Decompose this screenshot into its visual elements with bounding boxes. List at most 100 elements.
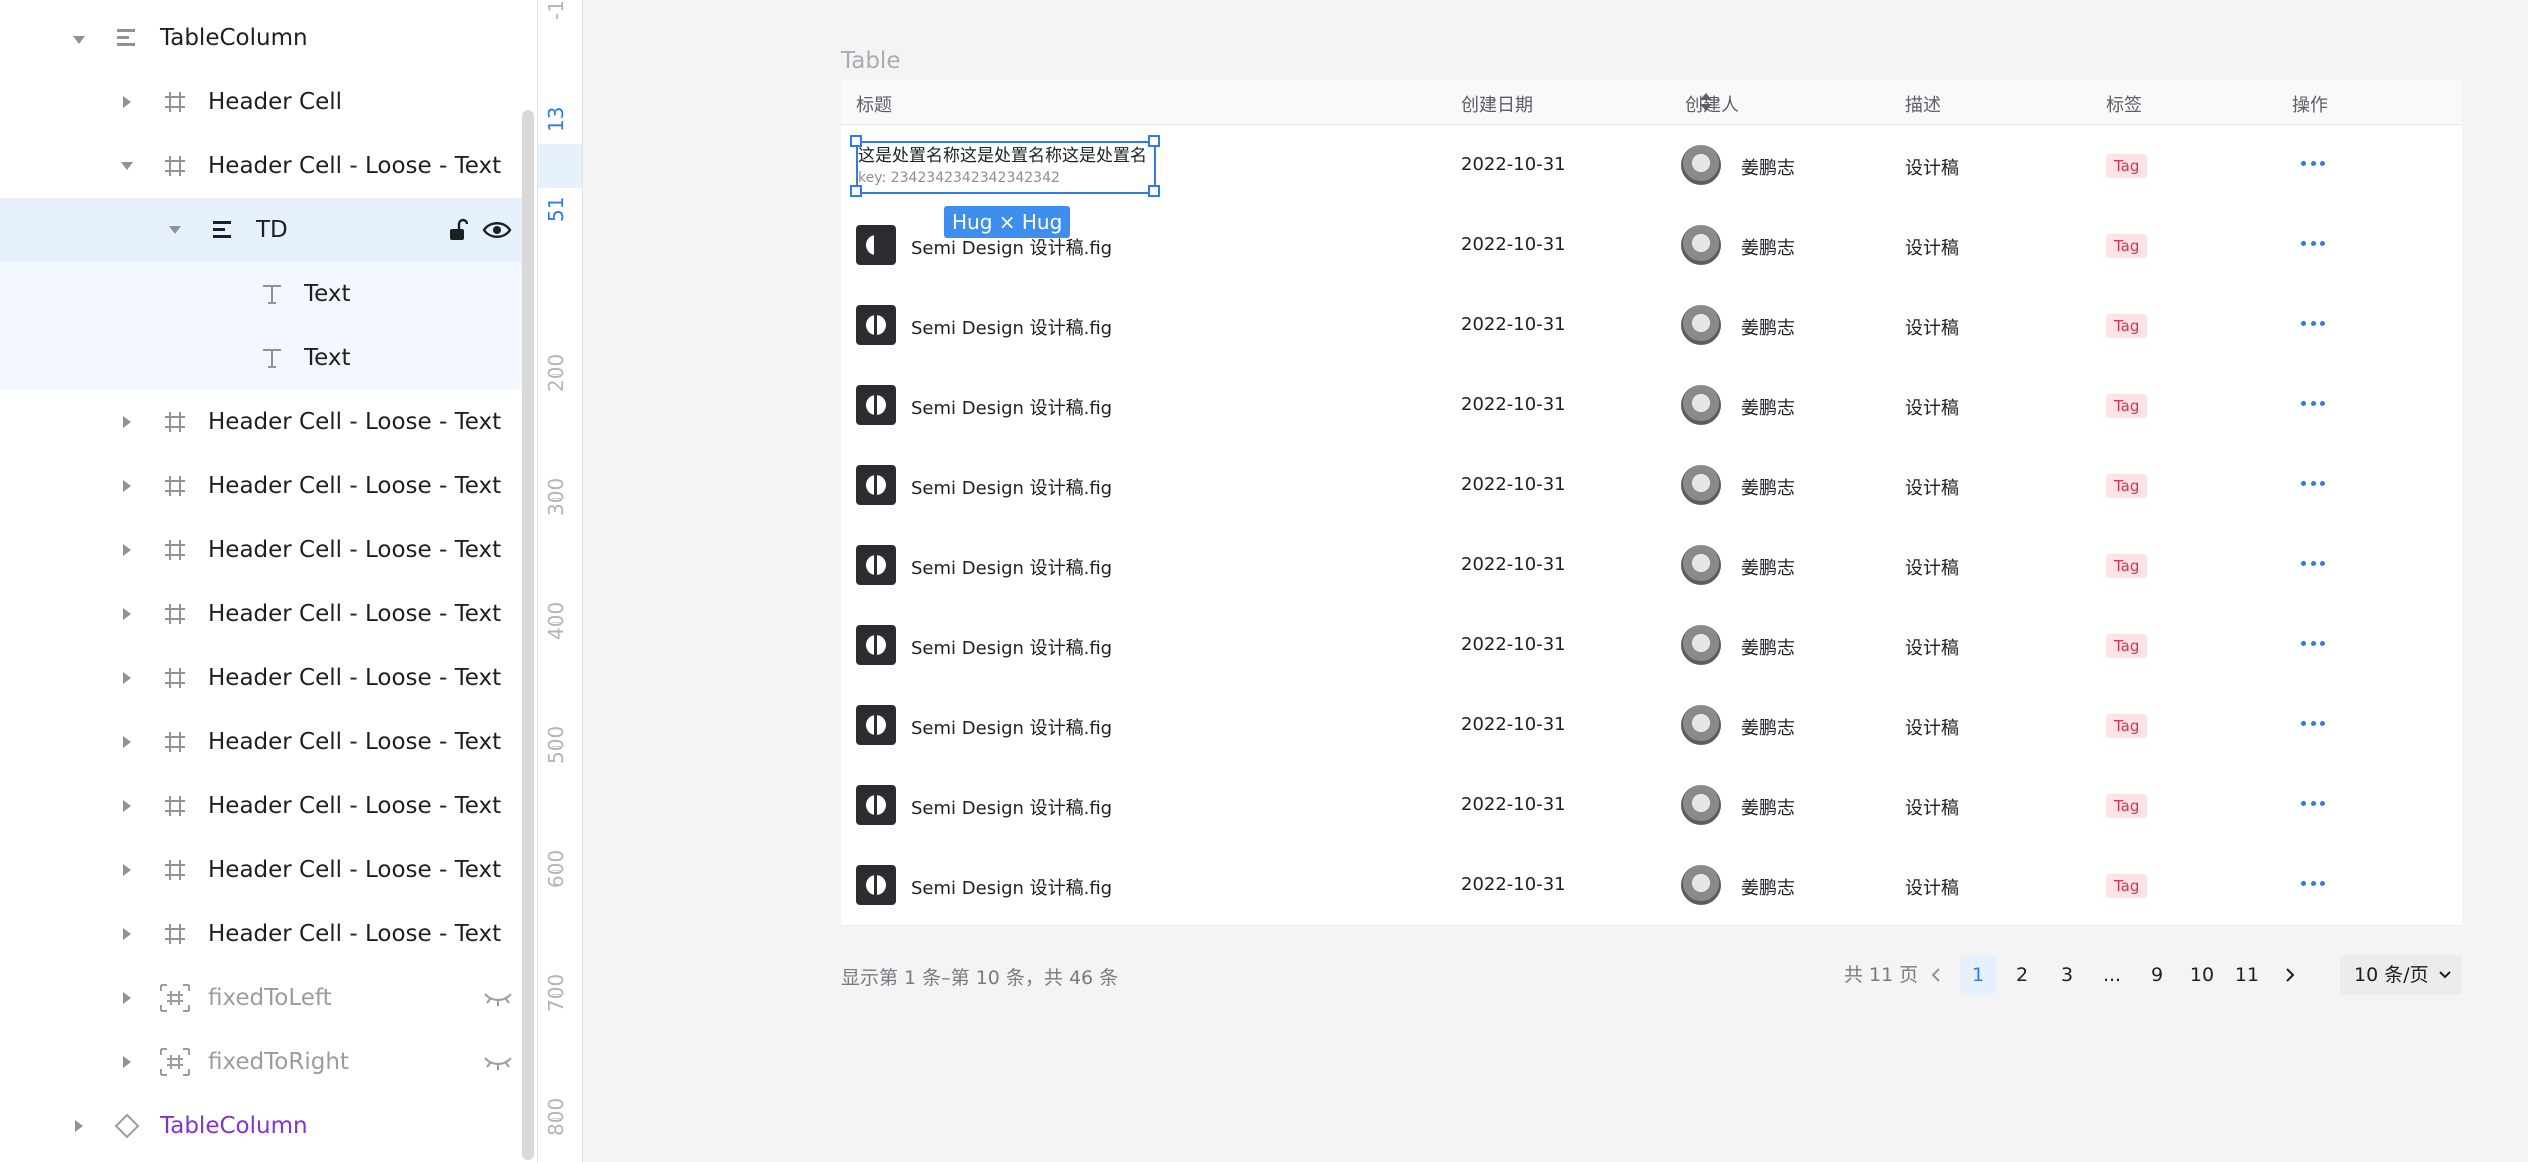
cell-title[interactable]: Semi Design 设计稿.fig (911, 714, 1112, 740)
more-actions-icon[interactable] (2301, 641, 2325, 649)
page-size-select[interactable]: 10 条/页 (2340, 955, 2462, 995)
frame-title[interactable]: Table (841, 48, 900, 74)
caret-down-icon[interactable] (121, 162, 133, 170)
page-1[interactable]: 1 (1960, 955, 1996, 995)
more-actions-icon[interactable] (2301, 721, 2325, 729)
page-2[interactable]: 2 (2004, 955, 2040, 995)
caret-right-icon[interactable] (123, 928, 131, 940)
eye-icon[interactable] (482, 216, 512, 244)
table-frame[interactable]: 标题 创建日期 创建人 描述 标签 操作 这是处置名称这是处置名称这是处置名 k… (841, 80, 2462, 926)
table-row[interactable]: Semi Design 设计稿.fig 2022-10-31 姜鹏志 设计稿 T… (841, 445, 2462, 526)
layer-row-header-cell[interactable]: Header Cell (0, 70, 525, 134)
layer-row-fixedtoleft[interactable]: fixedToLeft (0, 966, 525, 1030)
layer-row-header-cell-loose-text[interactable]: Header Cell - Loose - Text (0, 582, 525, 646)
layer-row-fixedtoright[interactable]: fixedToRight (0, 1030, 525, 1094)
caret-right-icon[interactable] (123, 96, 131, 108)
more-actions-icon[interactable] (2301, 801, 2325, 809)
frame-icon (161, 536, 189, 564)
layer-row-text[interactable]: Text (0, 326, 525, 390)
caret-right-icon[interactable] (123, 736, 131, 748)
caret-right-icon[interactable] (123, 672, 131, 684)
layer-row-header-cell-loose-text[interactable]: Header Cell - Loose - Text (0, 646, 525, 710)
layer-row-tablecolumn[interactable]: TableColumn (0, 6, 525, 70)
cell-owner: 姜鹏志 (1741, 158, 1795, 179)
layer-row-header-cell-loose-text[interactable]: Header Cell - Loose - Text (0, 134, 525, 198)
caret-right-icon[interactable] (123, 480, 131, 492)
layer-row-header-cell-loose-text[interactable]: Header Cell - Loose - Text (0, 902, 525, 966)
caret-right-icon[interactable] (123, 416, 131, 428)
page-ellipsis[interactable]: ... (2094, 955, 2130, 995)
page-10[interactable]: 10 (2184, 955, 2220, 995)
eye-closed-icon[interactable] (482, 1052, 514, 1072)
eye-closed-icon[interactable] (482, 988, 514, 1008)
auto-layout-icon (113, 24, 141, 52)
resize-handle-br[interactable] (1148, 185, 1160, 197)
th-actions[interactable]: 操作 (2292, 91, 2328, 117)
cell-title[interactable]: Semi Design 设计稿.fig (911, 394, 1112, 420)
layer-row-td[interactable]: TD (0, 198, 525, 262)
layer-row-header-cell-loose-text[interactable]: Header Cell - Loose - Text (0, 774, 525, 838)
layer-row-header-cell-loose-text[interactable]: Header Cell - Loose - Text (0, 710, 525, 774)
selection-bounding-box[interactable] (856, 141, 1156, 194)
caret-right-icon[interactable] (123, 608, 131, 620)
resize-handle-bl[interactable] (850, 185, 862, 197)
page-11[interactable]: 11 (2229, 955, 2265, 995)
caret-right-icon[interactable] (123, 1056, 131, 1068)
more-actions-icon[interactable] (2301, 321, 2325, 329)
cell-title[interactable]: Semi Design 设计稿.fig (911, 874, 1112, 900)
table-row[interactable]: Semi Design 设计稿.fig 2022-10-31 姜鹏志 设计稿 T… (841, 845, 2462, 926)
table-row[interactable]: Semi Design 设计稿.fig 2022-10-31 姜鹏志 设计稿 T… (841, 685, 2462, 766)
page-9[interactable]: 9 (2139, 955, 2175, 995)
layer-label: Header Cell - Loose - Text (208, 665, 502, 691)
resize-handle-tl[interactable] (850, 135, 862, 147)
layer-row-tablecolumn-component[interactable]: TableColumn (0, 1094, 525, 1158)
th-created-date[interactable]: 创建日期 (1461, 91, 1533, 117)
unlock-icon[interactable] (446, 216, 470, 244)
layer-row-header-cell-loose-text[interactable]: Header Cell - Loose - Text (0, 454, 525, 518)
th-title[interactable]: 标题 (856, 91, 892, 117)
cell-title[interactable]: Semi Design 设计稿.fig (911, 554, 1112, 580)
caret-down-icon[interactable] (169, 226, 181, 234)
more-actions-icon[interactable] (2301, 561, 2325, 569)
caret-right-icon[interactable] (123, 864, 131, 876)
design-canvas[interactable]: Table 标题 创建日期 创建人 描述 标签 操作 这是处置名称这是处置名称这… (582, 0, 2528, 1162)
table-row[interactable]: Semi Design 设计稿.fig 2022-10-31 姜鹏志 设计稿 T… (841, 605, 2462, 686)
cell-title[interactable]: Semi Design 设计稿.fig (911, 314, 1112, 340)
ruler-label-selection-end: 51 (544, 196, 568, 222)
layer-row-text[interactable]: Text (0, 262, 525, 326)
table-row[interactable]: Semi Design 设计稿.fig 2022-10-31 姜鹏志 设计稿 T… (841, 365, 2462, 446)
layer-label: Header Cell - Loose - Text (208, 857, 502, 883)
more-actions-icon[interactable] (2301, 401, 2325, 409)
cell-owner: 姜鹏志 (1741, 798, 1795, 819)
layer-label: Text (304, 345, 351, 371)
next-page-icon[interactable] (2276, 955, 2304, 995)
table-row[interactable]: Semi Design 设计稿.fig 2022-10-31 姜鹏志 设计稿 T… (841, 285, 2462, 366)
layer-row-header-cell-loose-text[interactable]: Header Cell - Loose - Text (0, 838, 525, 902)
layers-scrollbar[interactable] (522, 110, 534, 1160)
semi-logo-icon (856, 545, 896, 585)
more-actions-icon[interactable] (2301, 161, 2325, 169)
caret-right-icon[interactable] (75, 1120, 83, 1132)
prev-page-icon[interactable] (1922, 955, 1950, 995)
resize-handle-tr[interactable] (1148, 135, 1160, 147)
more-actions-icon[interactable] (2301, 881, 2325, 889)
cell-title[interactable]: Semi Design 设计稿.fig (911, 794, 1112, 820)
cell-title[interactable]: Semi Design 设计稿.fig (911, 474, 1112, 500)
layer-row-header-cell-loose-text[interactable]: Header Cell - Loose - Text (0, 390, 525, 454)
th-creator[interactable]: 创建人 (1685, 91, 1739, 117)
cell-title[interactable]: Semi Design 设计稿.fig (911, 634, 1112, 660)
caret-right-icon[interactable] (123, 992, 131, 1004)
caret-right-icon[interactable] (123, 800, 131, 812)
caret-right-icon[interactable] (123, 544, 131, 556)
table-row[interactable]: Semi Design 设计稿.fig 2022-10-31 姜鹏志 设计稿 T… (841, 765, 2462, 846)
th-description[interactable]: 描述 (1905, 91, 1941, 117)
caret-down-icon[interactable] (73, 36, 85, 44)
more-actions-icon[interactable] (2301, 241, 2325, 249)
tag-badge: Tag (2106, 794, 2148, 818)
th-tags[interactable]: 标签 (2106, 91, 2142, 117)
layer-row-header-cell-loose-text[interactable]: Header Cell - Loose - Text (0, 518, 525, 582)
table-row[interactable]: Semi Design 设计稿.fig 2022-10-31 姜鹏志 设计稿 T… (841, 525, 2462, 606)
more-actions-icon[interactable] (2301, 481, 2325, 489)
page-3[interactable]: 3 (2049, 955, 2085, 995)
table-row[interactable]: Semi Design 设计稿.fig 2022-10-31 姜鹏志 设计稿 T… (841, 205, 2462, 286)
